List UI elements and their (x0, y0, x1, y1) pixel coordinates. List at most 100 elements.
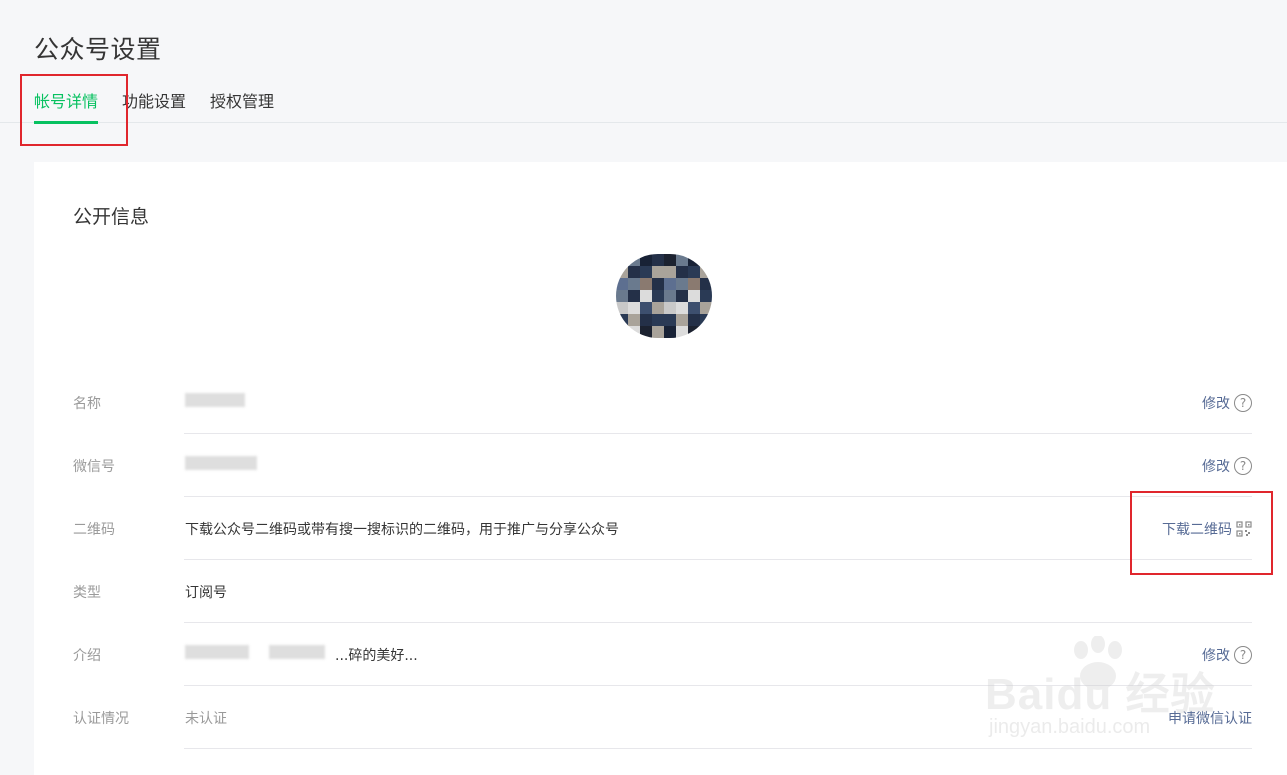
redacted-text (185, 393, 245, 407)
apply-verification-link[interactable]: 申请微信认证 (1168, 708, 1252, 728)
avatar-pixel (688, 254, 700, 266)
page-title: 公众号设置 (34, 35, 162, 64)
redacted-text (185, 456, 257, 470)
avatar-pixel (640, 278, 652, 290)
avatar-pixel (676, 302, 688, 314)
avatar-pixel (652, 278, 664, 290)
redacted-text (185, 645, 249, 659)
avatar-pixel (628, 254, 640, 266)
avatar-pixel (664, 290, 676, 302)
row-type: 类型 订阅号 (34, 560, 1287, 623)
avatar[interactable] (616, 254, 712, 338)
avatar-pixel (700, 290, 712, 302)
row-label: 名称 (73, 396, 101, 412)
avatar-pixel (628, 278, 640, 290)
row-intro: 介绍 ...碎的美好... 修改 ? (34, 623, 1287, 686)
avatar-pixel (688, 290, 700, 302)
avatar-pixel (700, 254, 712, 266)
action-label: 申请微信认证 (1168, 711, 1252, 727)
avatar-pixel (652, 290, 664, 302)
action-label: 修改 (1202, 459, 1230, 475)
row-label: 微信号 (73, 459, 115, 475)
avatar-pixel (676, 278, 688, 290)
avatar-pixel (664, 302, 676, 314)
avatar-pixel (700, 326, 712, 338)
row-value-type: 订阅号 (185, 585, 227, 601)
avatar-pixel (640, 266, 652, 278)
avatar-pixel (676, 290, 688, 302)
avatar-pixel (676, 326, 688, 338)
avatar-pixel (676, 254, 688, 266)
avatar-pixel (616, 266, 628, 278)
tab-feature-settings[interactable]: 功能设置 (122, 88, 186, 121)
edit-name-link[interactable]: 修改 ? (1202, 393, 1252, 413)
avatar-pixel (640, 302, 652, 314)
action-label: 修改 (1202, 648, 1230, 664)
avatar-pixel (688, 302, 700, 314)
section-title: 公开信息 (73, 206, 150, 228)
row-verification: 认证情况 未认证 申请微信认证 (34, 686, 1287, 749)
action-label: 修改 (1202, 396, 1230, 412)
avatar-pixel (652, 326, 664, 338)
avatar-pixel (628, 314, 640, 326)
tab-bar: 帐号详情 功能设置 授权管理 (0, 84, 1287, 124)
avatar-pixel (652, 266, 664, 278)
row-label: 介绍 (73, 648, 101, 664)
help-icon[interactable]: ? (1234, 457, 1252, 475)
public-info-card: 公开信息 名称 修改 ? 微信号 修改 ? 二维码 下载公众号二维码或带有搜一搜… (34, 162, 1287, 775)
row-label: 二维码 (73, 522, 115, 538)
avatar-pixel (700, 314, 712, 326)
avatar-pixel (676, 314, 688, 326)
avatar-pixel (652, 302, 664, 314)
avatar-pixel (640, 290, 652, 302)
row-qr-code: 二维码 下载公众号二维码或带有搜一搜标识的二维码，用于推广与分享公众号 下载二维… (34, 497, 1287, 560)
intro-visible-text: ...碎的美好... (335, 648, 418, 664)
avatar-pixel (700, 278, 712, 290)
avatar-pixel (700, 266, 712, 278)
avatar-pixel (688, 266, 700, 278)
row-label: 认证情况 (73, 711, 129, 727)
avatar-pixel (664, 278, 676, 290)
avatar-pixel (628, 266, 640, 278)
row-value-intro: ...碎的美好... (185, 645, 465, 664)
row-label: 类型 (73, 585, 101, 601)
avatar-pixel (628, 326, 640, 338)
help-icon[interactable]: ? (1234, 394, 1252, 412)
avatar-pixel (616, 290, 628, 302)
tab-account-details[interactable]: 帐号详情 (34, 88, 99, 124)
avatar-pixel (640, 314, 652, 326)
avatar-pixel (688, 326, 700, 338)
row-wechat-id: 微信号 修改 ? (34, 434, 1287, 497)
avatar-pixel (664, 314, 676, 326)
help-icon[interactable]: ? (1234, 646, 1252, 664)
edit-wechat-id-link[interactable]: 修改 ? (1202, 456, 1252, 476)
avatar-pixel (640, 254, 652, 266)
action-label: 下载二维码 (1162, 522, 1232, 538)
page: 公众号设置 帐号详情 功能设置 授权管理 公开信息 名称 修改 ? 微信号 修改… (0, 0, 1287, 775)
avatar-pixel (688, 278, 700, 290)
avatar-pixel (616, 278, 628, 290)
row-value-verification: 未认证 (185, 711, 227, 727)
avatar-pixel (652, 314, 664, 326)
avatar-pixel (688, 314, 700, 326)
divider (184, 748, 1252, 749)
avatar-pixel (700, 302, 712, 314)
download-qr-link[interactable]: 下载二维码 (1162, 519, 1252, 539)
redacted-text (269, 645, 325, 659)
avatar-pixel (616, 326, 628, 338)
row-value-qr-code: 下载公众号二维码或带有搜一搜标识的二维码，用于推广与分享公众号 (185, 522, 619, 538)
avatar-pixel (640, 326, 652, 338)
avatar-pixel (664, 266, 676, 278)
avatar-pixel (676, 266, 688, 278)
row-name: 名称 修改 ? (34, 371, 1287, 434)
avatar-pixel (628, 302, 640, 314)
tab-authorization[interactable]: 授权管理 (210, 88, 274, 121)
avatar-pixel (628, 290, 640, 302)
edit-intro-link[interactable]: 修改 ? (1202, 645, 1252, 665)
avatar-pixel (616, 302, 628, 314)
avatar-pixel (616, 254, 628, 266)
qr-code-icon (1236, 521, 1252, 537)
avatar-pixel (616, 314, 628, 326)
avatar-pixel (664, 254, 676, 266)
avatar-pixel (652, 254, 664, 266)
